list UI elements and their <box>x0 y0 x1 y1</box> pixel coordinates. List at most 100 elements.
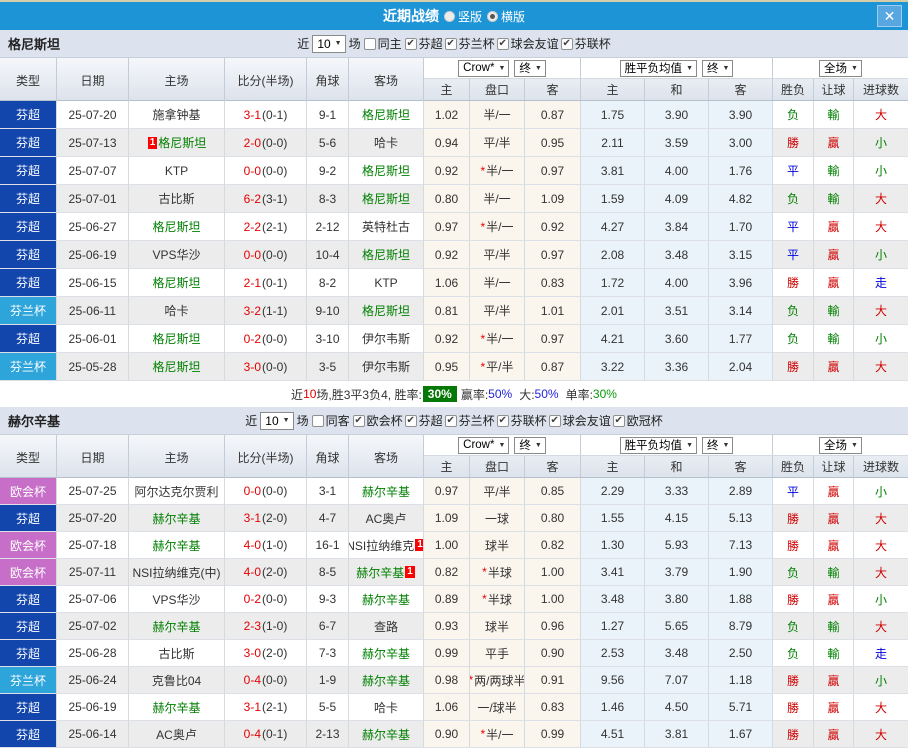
odds-home: 0.99 <box>424 640 470 667</box>
same-venue-checkbox[interactable]: 同客 <box>311 412 350 429</box>
avg-draw-odds: 3.59 <box>645 129 709 157</box>
handicap-line: 一球 <box>470 505 525 532</box>
table-row: 芬超 25-07-07 KTP 0-0 (0-0) 9-2 格尼斯坦 0.92 *… <box>0 157 908 185</box>
home-team[interactable]: 格尼斯坦 <box>129 353 225 381</box>
league-filter-checkbox[interactable]: ✔ 球会友谊 <box>496 35 559 52</box>
avg-draw-odds: 4.50 <box>645 694 709 721</box>
home-team[interactable]: 1 格尼斯坦 <box>129 129 225 157</box>
odds-final-select[interactable]: 终 ▼ <box>514 436 546 454</box>
column-header-avg-away: 客 <box>709 456 773 477</box>
home-team[interactable]: VPS华沙 <box>129 241 225 269</box>
away-team[interactable]: 英特杜古 <box>349 213 424 241</box>
league-filter-checkbox[interactable]: ✔ 芬联杯 <box>496 412 547 429</box>
away-team[interactable]: 赫尔辛基 <box>349 667 424 694</box>
avg-draw-odds: 3.51 <box>645 297 709 325</box>
home-team[interactable]: 格尼斯坦 <box>129 269 225 297</box>
checkbox-checked-icon: ✔ <box>404 37 417 50</box>
scope-select[interactable]: 全场 ▼ <box>819 436 862 454</box>
column-header-avg-draw: 和 <box>645 456 709 477</box>
match-count-select[interactable]: 10 ▼ <box>260 411 294 430</box>
away-team[interactable]: 哈卡 <box>349 129 424 157</box>
handicap-line: * 半/一 <box>470 213 525 241</box>
league-filter-checkbox[interactable]: ✔ 芬兰杯 <box>444 35 495 52</box>
checkbox-checked-icon: ✔ <box>548 414 561 427</box>
odds-final-select[interactable]: 终 ▼ <box>514 59 546 77</box>
away-team[interactable]: 格尼斯坦 <box>349 297 424 325</box>
away-team[interactable]: 格尼斯坦 <box>349 101 424 129</box>
home-team[interactable]: 赫尔辛基 <box>129 532 225 559</box>
match-count-select[interactable]: 10 ▼ <box>312 34 346 53</box>
handicap-result: 贏 <box>814 694 854 721</box>
league-badge: 芬兰杯 <box>0 353 57 381</box>
avg-home-odds: 1.59 <box>581 185 645 213</box>
scope-select[interactable]: 全场 ▼ <box>819 59 862 77</box>
odds-home: 0.97 <box>424 478 470 505</box>
star-marker: * <box>480 359 486 374</box>
league-filter-checkbox[interactable]: ✔ 芬超 <box>404 412 443 429</box>
avg-home-odds: 4.21 <box>581 325 645 353</box>
handicap-line: * 半/一 <box>470 721 525 748</box>
avg-final-select[interactable]: 终 ▼ <box>702 59 734 77</box>
away-team[interactable]: AC奥卢 <box>349 505 424 532</box>
avg-odds-select[interactable]: 胜平负均值 ▼ <box>619 59 697 77</box>
team-name: 格尼斯坦 <box>8 37 61 52</box>
home-team[interactable]: 格尼斯坦 <box>129 213 225 241</box>
away-team[interactable]: 赫尔辛基 <box>349 586 424 613</box>
home-team[interactable]: 格尼斯坦 <box>129 325 225 353</box>
home-team[interactable]: 赫尔辛基 <box>129 694 225 721</box>
away-team[interactable]: 哈卡 <box>349 694 424 721</box>
away-team[interactable]: 伊尔韦斯 <box>349 353 424 381</box>
score: 0-4 (0-1) <box>225 721 307 748</box>
away-team[interactable]: 查路 <box>349 613 424 640</box>
away-team[interactable]: NSI拉纳维克 1 <box>349 532 424 559</box>
avg-away-odds: 1.76 <box>709 157 773 185</box>
home-team[interactable]: KTP <box>129 157 225 185</box>
avg-draw-odds: 3.81 <box>645 721 709 748</box>
league-badge: 芬超 <box>0 721 57 748</box>
avg-odds-select[interactable]: 胜平负均值 ▼ <box>619 436 697 454</box>
home-team[interactable]: NSI拉纳维克(中) <box>129 559 225 586</box>
home-team[interactable]: 施拿钟基 <box>129 101 225 129</box>
away-team[interactable]: 赫尔辛基 <box>349 721 424 748</box>
away-team[interactable]: 赫尔辛基 <box>349 478 424 505</box>
column-header-goals: 进球数 <box>862 460 899 474</box>
score: 3-1 (2-0) <box>225 505 307 532</box>
odds-source-select[interactable]: Crow* ▼ <box>458 436 510 454</box>
same-venue-checkbox[interactable]: 同主 <box>363 35 402 52</box>
radio-vertical-layout[interactable]: 竖版 <box>443 8 482 25</box>
home-team[interactable]: 赫尔辛基 <box>129 505 225 532</box>
home-team[interactable]: AC奥卢 <box>129 721 225 748</box>
match-date: 25-06-11 <box>57 297 129 325</box>
away-team[interactable]: 赫尔辛基 <box>349 640 424 667</box>
league-filter-checkbox[interactable]: ✔ 芬兰杯 <box>444 412 495 429</box>
league-filter-checkbox[interactable]: ✔ 芬联杯 <box>560 35 611 52</box>
avg-draw-odds: 3.60 <box>645 325 709 353</box>
home-team[interactable]: 古比斯 <box>129 185 225 213</box>
away-team[interactable]: 赫尔辛基 1 <box>349 559 424 586</box>
match-date: 25-06-01 <box>57 325 129 353</box>
away-team[interactable]: 格尼斯坦 <box>349 185 424 213</box>
avg-final-select[interactable]: 终 ▼ <box>702 436 734 454</box>
home-team[interactable]: 古比斯 <box>129 640 225 667</box>
home-team[interactable]: 阿尔达克尔贾利 <box>129 478 225 505</box>
home-team[interactable]: 赫尔辛基 <box>129 613 225 640</box>
table-row: 芬超 25-07-20 施拿钟基 3-1 (0-1) 9-1 格尼斯坦 1.02 … <box>0 101 908 129</box>
away-team[interactable]: KTP <box>349 269 424 297</box>
close-button[interactable]: ✕ <box>877 5 902 27</box>
goals-result: 大 <box>854 353 908 381</box>
league-filter-checkbox[interactable]: ✔ 欧会杯 <box>352 412 403 429</box>
away-team[interactable]: 格尼斯坦 <box>349 157 424 185</box>
league-filter-checkbox[interactable]: ✔ 球会友谊 <box>548 412 611 429</box>
away-team[interactable]: 伊尔韦斯 <box>349 325 424 353</box>
home-team[interactable]: 哈卡 <box>129 297 225 325</box>
home-team[interactable]: VPS华沙 <box>129 586 225 613</box>
league-filter-checkbox[interactable]: ✔ 芬超 <box>404 35 443 52</box>
avg-home-odds: 2.08 <box>581 241 645 269</box>
handicap-line: * 半/一 <box>470 157 525 185</box>
away-team[interactable]: 格尼斯坦 <box>349 241 424 269</box>
radio-horizontal-layout[interactable]: 横版 <box>487 8 525 25</box>
league-filter-checkbox[interactable]: ✔ 欧冠杯 <box>612 412 663 429</box>
odds-source-select[interactable]: Crow* ▼ <box>458 59 510 77</box>
home-team[interactable]: 克鲁比04 <box>129 667 225 694</box>
handicap-result: 贏 <box>814 213 854 241</box>
